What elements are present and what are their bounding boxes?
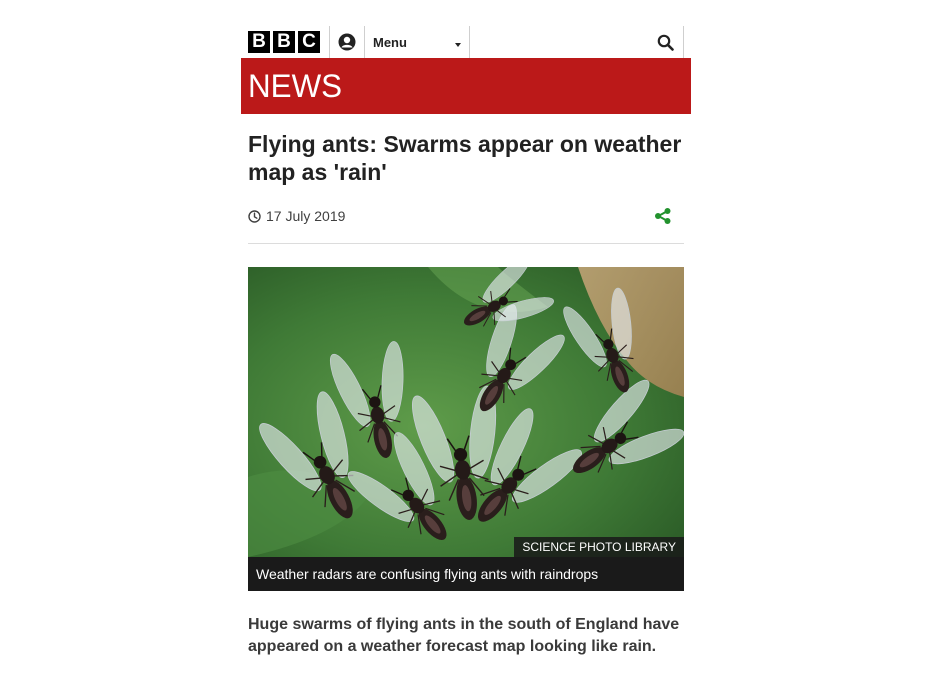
clock-icon [248,209,261,223]
article-date: 17 July 2019 [248,208,345,224]
bbc-top-bar: B B C Menu [241,26,691,58]
search-button[interactable] [647,26,684,58]
user-icon [338,33,356,51]
article-figure: SCIENCE PHOTO LIBRARY Weather radars are… [248,267,684,591]
article-intro: Huge swarms of flying ants in the south … [248,616,680,655]
image-credit: SCIENCE PHOTO LIBRARY [514,537,684,557]
logo-letter: C [298,31,320,53]
article-headline: Flying ants: Swarms appear on weather ma… [248,131,682,185]
menu-label: Menu [373,34,407,50]
account-button[interactable] [330,26,365,58]
logo-letter: B [273,31,295,53]
share-icon [655,208,671,224]
article-meta: 17 July 2019 [248,205,684,244]
news-banner[interactable]: NEWS [241,58,691,114]
flying-ants-photo [248,267,684,557]
image-caption: Weather radars are confusing flying ants… [248,557,684,591]
share-button[interactable] [654,207,672,230]
bbc-logo[interactable]: B B C [241,26,330,58]
search-icon [657,34,674,51]
chevron-down-icon [455,43,461,47]
date-text: 17 July 2019 [266,208,346,224]
news-logo: NEWS [248,68,343,104]
menu-button[interactable]: Menu [365,26,470,58]
ants-illustration [248,267,684,557]
page: B B C Menu NEWS Flying ants: Swarms appe… [0,0,933,700]
top-bar-spacer [470,26,647,58]
logo-letter: B [248,31,270,53]
